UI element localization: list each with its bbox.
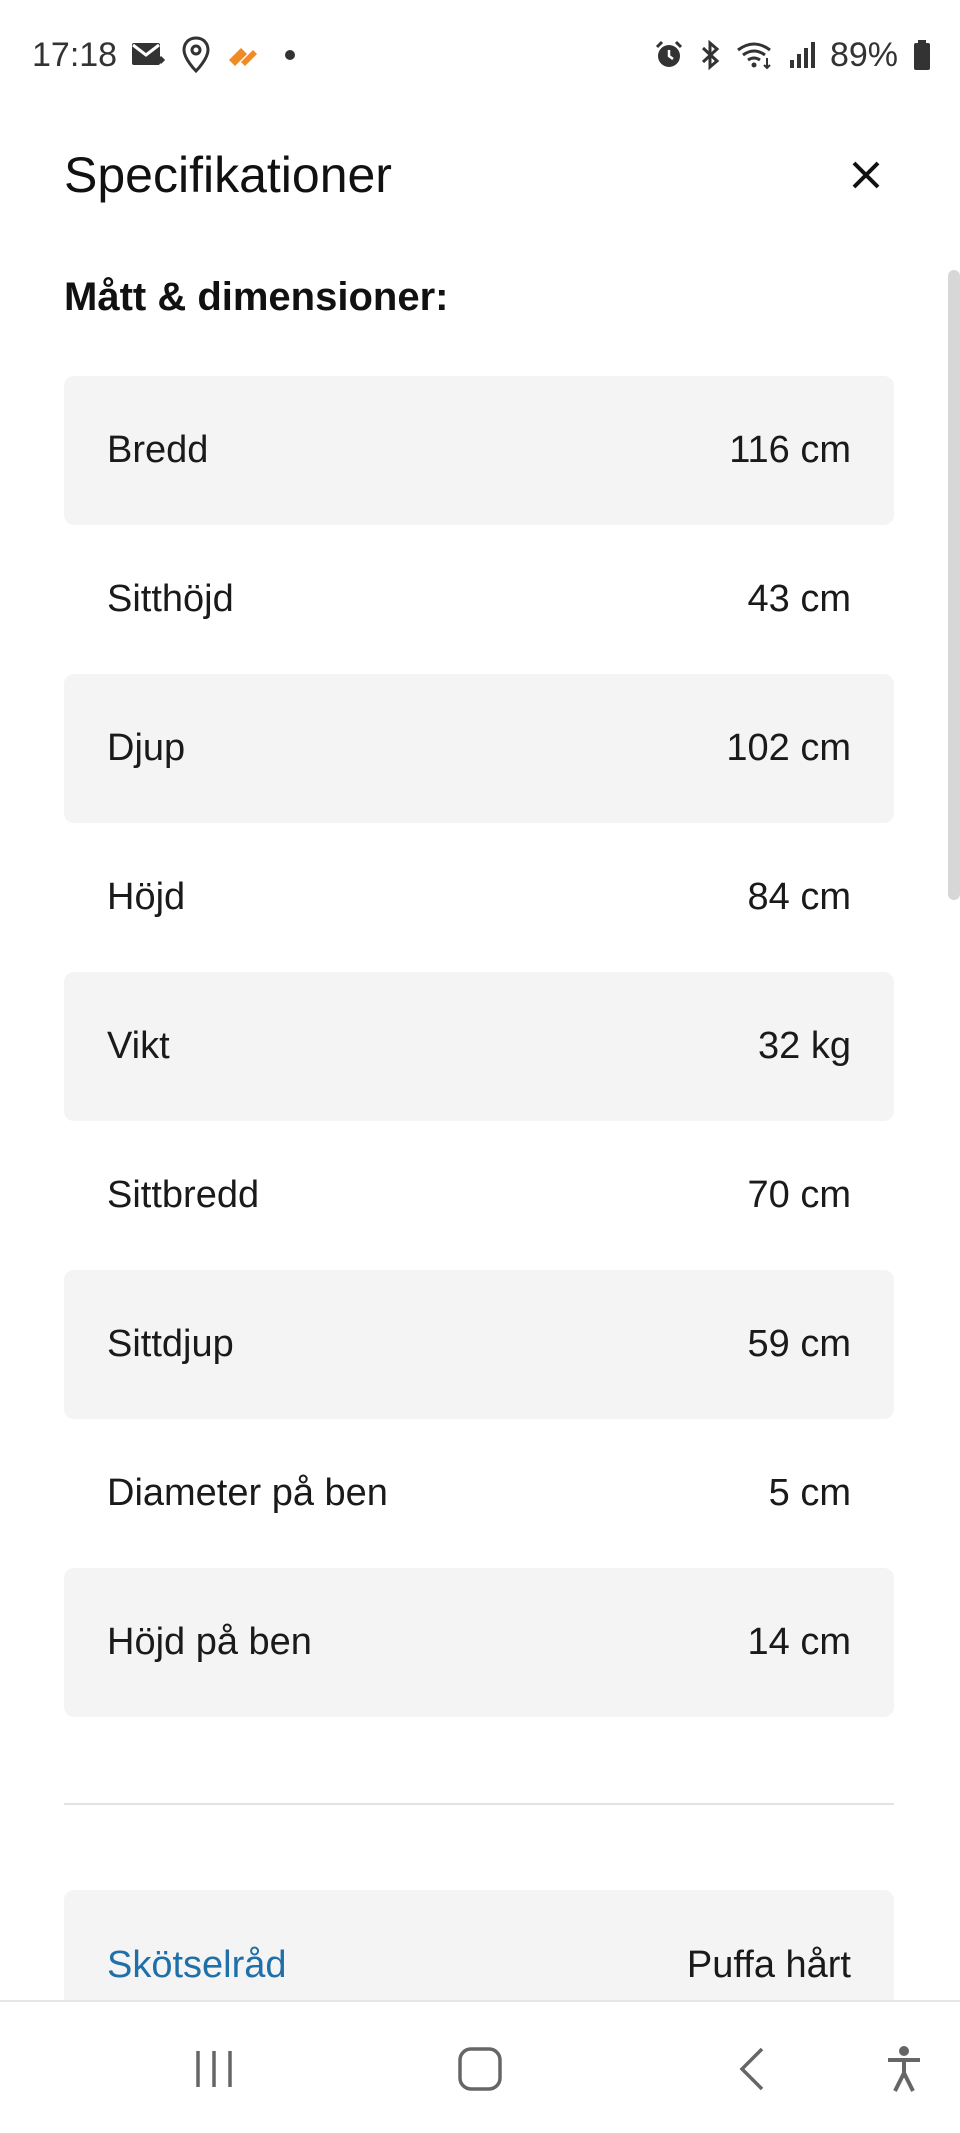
section-divider (64, 1803, 894, 1805)
care-advice-link[interactable]: Skötselråd (107, 1944, 287, 1987)
spec-row-sittdjup: Sittdjup 59 cm (64, 1270, 894, 1419)
close-button[interactable] (836, 145, 896, 205)
spec-label: Höjd (107, 876, 186, 918)
mail-icon (131, 40, 167, 70)
spec-value: 116 cm (729, 429, 851, 471)
home-icon (458, 2046, 502, 2091)
spec-label: Sittdjup (107, 1323, 234, 1365)
spec-row-sitthojd: Sitthöjd 43 cm (64, 525, 894, 674)
page-title: Specifikationer (64, 147, 392, 203)
spec-label: Sitthöjd (107, 578, 234, 620)
app-notification-icon (225, 40, 261, 70)
home-button[interactable] (420, 2002, 540, 2133)
spec-row-bredd: Bredd 116 cm (64, 376, 894, 525)
spec-label: Vikt (107, 1025, 170, 1067)
accessibility-button[interactable] (844, 2002, 960, 2133)
status-left: 17:18 (32, 35, 296, 75)
status-right: 89% (654, 36, 932, 75)
spec-value: 84 cm (747, 876, 851, 918)
spec-value: 70 cm (747, 1174, 851, 1216)
spec-row-diameter-pa-ben: Diameter på ben 5 cm (64, 1419, 894, 1568)
back-button[interactable] (692, 2002, 812, 2133)
battery-percent: 89% (829, 35, 898, 74)
signal-icon (788, 40, 816, 70)
spec-value: 5 cm (768, 1472, 851, 1514)
scrollbar[interactable] (948, 270, 960, 900)
spec-row-djup: Djup 102 cm (64, 674, 894, 823)
bluetooth-icon (698, 39, 722, 71)
spec-row-sittbredd: Sittbredd 70 cm (64, 1121, 894, 1270)
spec-value: 59 cm (747, 1323, 851, 1365)
spec-value: 14 cm (747, 1621, 851, 1663)
status-bar: 17:18 89% (0, 0, 960, 110)
recent-apps-button[interactable] (154, 2002, 274, 2133)
spec-label: Höjd på ben (107, 1621, 312, 1663)
spec-list: Bredd 116 cm Sitthöjd 43 cm Djup 102 cm … (64, 376, 894, 1717)
clock: 17:18 (32, 35, 118, 74)
notification-dot (285, 50, 296, 60)
back-icon (739, 2047, 764, 2090)
battery-icon (912, 39, 932, 71)
spec-row-vikt: Vikt 32 kg (64, 972, 894, 1121)
spec-label: Djup (107, 727, 186, 769)
care-value: Puffa hårt (686, 1943, 851, 1986)
spec-row-hojd-pa-ben: Höjd på ben 14 cm (64, 1568, 894, 1717)
accessibility-icon (888, 2045, 920, 2092)
recent-apps-icon (196, 2050, 232, 2087)
close-icon (852, 161, 880, 189)
spec-row-hojd: Höjd 84 cm (64, 823, 894, 972)
spec-label: Bredd (107, 429, 209, 471)
header: Specifikationer (64, 130, 896, 220)
wifi-icon (736, 40, 774, 70)
location-icon (181, 36, 211, 74)
navigation-bar (0, 2000, 960, 2133)
spec-label: Sittbredd (107, 1174, 260, 1216)
spec-value: 102 cm (726, 727, 851, 769)
spec-value: 32 kg (758, 1025, 851, 1067)
alarm-icon (654, 40, 684, 70)
spec-value: 43 cm (747, 578, 851, 620)
spec-label: Diameter på ben (107, 1472, 388, 1514)
section-heading: Mått & dimensioner: (64, 275, 449, 319)
